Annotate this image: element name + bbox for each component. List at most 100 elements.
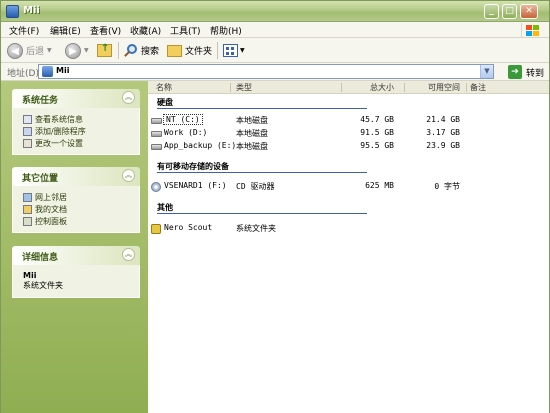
drive-type: 本地磁盘	[236, 129, 268, 138]
task-label: 查看系统信息	[35, 115, 83, 124]
maximize-button[interactable]: □	[502, 4, 517, 19]
title-bar[interactable]: Mii _ □ ✕	[1, 1, 549, 22]
place-my-documents[interactable]: 我的文档	[23, 204, 139, 215]
task-label: 更改一个设置	[35, 139, 83, 148]
place-control-panel[interactable]: 控制面板	[23, 216, 139, 227]
drive-name: NT (C:)	[163, 114, 203, 125]
search-icon	[124, 43, 138, 58]
folder-icon	[167, 44, 182, 57]
views-button[interactable]: ▼	[223, 41, 245, 60]
back-button[interactable]: ◀ 后退 ▼	[7, 41, 52, 60]
group-hard-disks: 硬盘	[157, 98, 173, 107]
column-total-size[interactable]: 总大小	[370, 82, 394, 93]
drive-name: VSENARD1 (F:)	[164, 181, 227, 190]
address-dropdown-icon[interactable]: ▼	[480, 65, 493, 78]
address-value: Mii	[56, 66, 70, 75]
place-label: 网上邻居	[35, 193, 67, 202]
collapse-icon[interactable]: ︽	[122, 169, 135, 182]
address-input[interactable]: Mii ▼	[38, 64, 494, 79]
task-pane: 系统任务 ︽ 查看系统信息 添加/删除程序 更改一个设置 其它位置 ︽ 网上邻居…	[1, 81, 148, 413]
drive-total: 45.7 GB	[360, 115, 394, 124]
details-panel: 详细信息 ︽ Mii 系统文件夹	[12, 246, 140, 298]
column-name[interactable]: 名称	[156, 82, 172, 93]
drive-row[interactable]: VSENARD1 (F:) CD 驱动器 625 MB 0 字节	[148, 181, 549, 193]
details-title: 详细信息	[22, 253, 59, 263]
hard-drive-icon	[151, 118, 162, 124]
back-dropdown-icon[interactable]: ▼	[47, 47, 52, 54]
system-tasks-body: 查看系统信息 添加/删除程序 更改一个设置	[12, 108, 140, 155]
back-arrow-icon: ◀	[7, 42, 23, 59]
drive-free: 3.17 GB	[426, 128, 460, 137]
programs-icon	[23, 127, 32, 136]
window-title: Mii	[23, 5, 40, 16]
minimize-button[interactable]: _	[484, 4, 499, 19]
folders-button[interactable]: 文件夹	[167, 41, 212, 60]
close-button[interactable]: ✕	[520, 4, 538, 19]
task-label: 添加/删除程序	[35, 127, 86, 136]
collapse-icon[interactable]: ︽	[122, 248, 135, 261]
explorer-window: Mii _ □ ✕ 文件(F) 编辑(E) 查看(V) 收藏(A) 工具(T) …	[0, 0, 550, 413]
drive-row[interactable]: NT (C:) 本地磁盘 45.7 GB 21.4 GB	[148, 114, 549, 127]
search-button[interactable]: 搜索	[124, 41, 159, 60]
folders-label: 文件夹	[185, 47, 213, 57]
system-tasks-title: 系统任务	[22, 96, 59, 106]
other-places-panel: 其它位置 ︽ 网上邻居 我的文档 控制面板	[12, 167, 140, 233]
drive-total: 91.5 GB	[360, 128, 394, 137]
forward-arrow-icon: ▶	[65, 42, 81, 59]
column-type[interactable]: 类型	[236, 82, 252, 93]
details-header[interactable]: 详细信息 ︽	[12, 246, 140, 265]
column-header: 名称 类型 总大小 可用空间 备注	[148, 81, 549, 94]
control-panel-icon	[23, 217, 32, 226]
menu-tools[interactable]: 工具(T)	[170, 24, 201, 37]
place-network[interactable]: 网上邻居	[23, 192, 139, 203]
menu-favorites[interactable]: 收藏(A)	[130, 24, 161, 37]
task-view-system-info[interactable]: 查看系统信息	[23, 114, 139, 125]
address-bar: 地址(D) Mii ▼ ➔ 转到	[1, 63, 549, 81]
task-add-remove-programs[interactable]: 添加/删除程序	[23, 126, 139, 137]
go-button[interactable]: ➔ 转到	[508, 65, 544, 79]
menu-help[interactable]: 帮助(H)	[210, 24, 242, 37]
drive-type: 本地磁盘	[236, 142, 268, 151]
drive-total: 95.5 GB	[360, 141, 394, 150]
drive-type: 本地磁盘	[236, 116, 268, 125]
computer-icon	[6, 5, 19, 18]
other-places-header[interactable]: 其它位置 ︽	[12, 167, 140, 186]
column-comment[interactable]: 备注	[470, 82, 486, 93]
hard-drive-icon	[151, 144, 162, 150]
collapse-icon[interactable]: ︽	[122, 91, 135, 104]
forward-dropdown-icon[interactable]: ▼	[84, 47, 89, 54]
drive-name: App_backup (E:)	[164, 141, 237, 150]
menu-file[interactable]: 文件(F)	[9, 24, 39, 37]
drive-name: Work (D:)	[164, 128, 208, 137]
folder-row[interactable]: Nero Scout 系统文件夹	[148, 223, 549, 235]
task-change-setting[interactable]: 更改一个设置	[23, 138, 139, 149]
drive-total: 625 MB	[365, 181, 394, 190]
windows-logo-icon	[521, 23, 541, 37]
drive-row[interactable]: Work (D:) 本地磁盘 91.5 GB 3.17 GB	[148, 128, 549, 140]
column-free-space[interactable]: 可用空间	[428, 82, 460, 93]
drive-type: CD 驱动器	[236, 182, 275, 191]
group-removable-storage: 有可移动存储的设备	[157, 162, 229, 171]
drive-free: 0 字节	[434, 182, 460, 191]
computer-icon	[42, 66, 53, 77]
system-tasks-header[interactable]: 系统任务 ︽	[12, 89, 140, 108]
search-label: 搜索	[141, 47, 160, 57]
nero-scout-icon	[151, 224, 161, 234]
drive-free: 23.9 GB	[426, 141, 460, 150]
folder-name: Nero Scout	[164, 223, 213, 232]
folder-up-icon: ↑	[97, 43, 112, 57]
network-icon	[23, 193, 32, 202]
drive-row[interactable]: App_backup (E:) 本地磁盘 95.5 GB 23.9 GB	[148, 141, 549, 153]
views-icon	[223, 44, 238, 57]
menu-edit[interactable]: 编辑(E)	[50, 24, 81, 37]
toolbar: ◀ 后退 ▼ ▶ ▼ ↑ 搜索 文件夹 ▼	[1, 38, 549, 63]
drive-free: 21.4 GB	[426, 115, 460, 124]
details-name: Mii	[23, 271, 37, 280]
system-info-icon	[23, 115, 32, 124]
system-tasks-panel: 系统任务 ︽ 查看系统信息 添加/删除程序 更改一个设置	[12, 89, 140, 155]
forward-button[interactable]: ▶ ▼	[65, 41, 89, 60]
documents-folder-icon	[23, 205, 32, 214]
menu-view[interactable]: 查看(V)	[90, 24, 121, 37]
up-button[interactable]: ↑	[97, 41, 112, 60]
folder-type: 系统文件夹	[236, 224, 276, 233]
